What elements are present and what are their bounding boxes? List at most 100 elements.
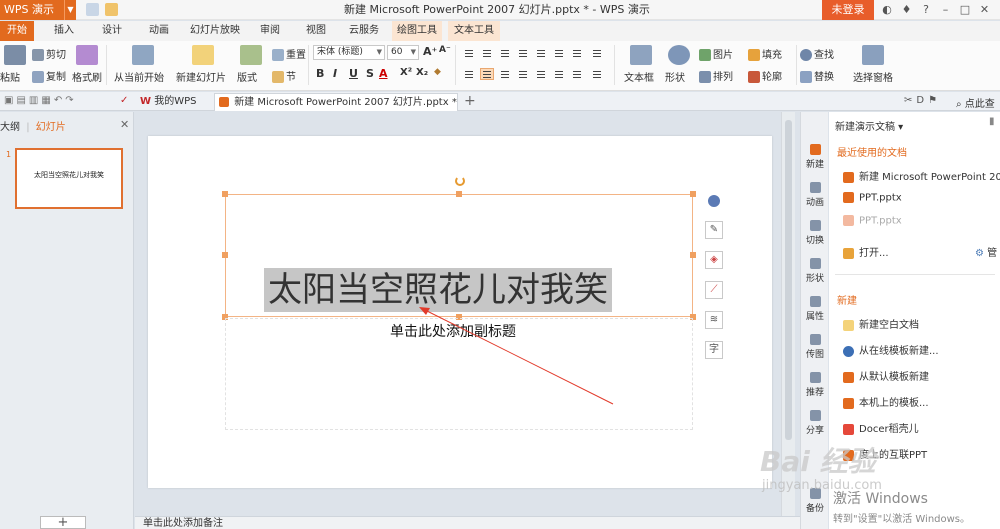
text-direction-icon[interactable]: [552, 47, 566, 59]
minimize-icon[interactable]: –: [939, 0, 953, 20]
rotate-handle-icon[interactable]: [455, 176, 465, 186]
from-current-button[interactable]: 从当前开始: [114, 69, 164, 84]
font-size-select[interactable]: 60 ▼: [387, 45, 419, 60]
font-color-icon[interactable]: A: [379, 67, 388, 80]
decrease-indent-icon[interactable]: [498, 47, 512, 59]
fill-button[interactable]: 填充: [748, 46, 782, 61]
redo-icon[interactable]: ↷: [65, 95, 76, 106]
close-icon[interactable]: ✕: [120, 118, 129, 131]
new-online-template-item[interactable]: 从在线模板新建...: [843, 342, 939, 357]
add-slide-button[interactable]: +: [40, 516, 86, 529]
bullets-icon[interactable]: [462, 47, 476, 59]
columns-icon[interactable]: [570, 47, 584, 59]
sidebar-item-recommend[interactable]: 推荐: [801, 372, 829, 398]
line-spacing-icon[interactable]: [534, 47, 548, 59]
open-button[interactable]: 打开...: [843, 244, 889, 259]
fill-color-icon[interactable]: ◈: [705, 251, 723, 269]
wps-menu-button[interactable]: WPS 演示 ▼: [0, 0, 76, 20]
manage-button[interactable]: ⚙ 管: [975, 244, 997, 259]
section-button[interactable]: 节: [272, 68, 296, 83]
numbering-icon[interactable]: [480, 47, 494, 59]
layout-button[interactable]: 版式: [237, 69, 257, 84]
copy-button[interactable]: 复制: [32, 68, 66, 83]
new-file-icon[interactable]: [86, 3, 99, 16]
search-box[interactable]: ⌕ 点此查: [956, 95, 995, 110]
grow-font-icon[interactable]: A⁺: [423, 45, 437, 58]
local-template-item[interactable]: 本机上的模板...: [843, 394, 929, 409]
paste-icon[interactable]: [4, 45, 26, 65]
close-icon[interactable]: ✕: [978, 0, 992, 20]
resize-handle[interactable]: [222, 252, 228, 258]
replace-button[interactable]: 替换: [800, 68, 834, 83]
clear-format-icon[interactable]: ◆: [434, 67, 441, 77]
paste-button[interactable]: 粘贴: [0, 69, 20, 84]
layers-icon[interactable]: ≋: [705, 311, 723, 329]
sidebar-item-transition[interactable]: 切换: [801, 220, 829, 246]
select-pane-button[interactable]: 选择窗格: [853, 69, 893, 84]
slide[interactable]: 太阳当空照花儿对我笑 单击此处添加副标题 ✎ ◈ ⟋ ≋ 字: [148, 136, 772, 488]
edit-shape-icon[interactable]: ✎: [705, 221, 723, 239]
tab-insert[interactable]: 插入: [48, 21, 80, 41]
login-button[interactable]: 未登录: [822, 0, 874, 20]
format-painter-icon[interactable]: [76, 45, 98, 65]
skin-icon[interactable]: ◐: [880, 0, 894, 20]
tab-home[interactable]: 开始: [0, 21, 34, 41]
shadow-icon[interactable]: S: [366, 67, 374, 80]
subtitle-placeholder[interactable]: 单击此处添加副标题: [390, 321, 516, 341]
align-right-icon[interactable]: [498, 68, 512, 80]
recent-doc-item[interactable]: 新建 Microsoft PowerPoint 2007: [843, 168, 1000, 183]
customize-icon[interactable]: ✓: [120, 95, 128, 106]
find-button[interactable]: 查找: [800, 46, 834, 61]
font-name-select[interactable]: 宋体 (标题) ▼: [313, 45, 385, 60]
new-default-template-item[interactable]: 从默认模板新建: [843, 368, 929, 383]
pin-icon[interactable]: ▮: [989, 116, 995, 127]
slide-thumbnail[interactable]: 太阳当空照花儿对我笑: [15, 148, 123, 209]
underline-icon[interactable]: U: [349, 67, 358, 80]
tab-view[interactable]: 视图: [300, 21, 332, 41]
italic-icon[interactable]: I: [333, 67, 337, 80]
tools-icon[interactable]: ✂: [904, 95, 916, 106]
bold-icon[interactable]: B: [316, 67, 324, 80]
maximize-icon[interactable]: □: [958, 0, 972, 20]
shirt-icon[interactable]: ♦: [900, 0, 914, 20]
recent-doc-item[interactable]: PPT.pptx: [843, 192, 902, 204]
tab-design[interactable]: 设计: [96, 21, 128, 41]
d-icon[interactable]: D: [916, 95, 928, 106]
superscript-icon[interactable]: X²: [400, 67, 412, 78]
task-pane-header[interactable]: 新建演示文稿 ▾: [835, 118, 903, 133]
play-from-current-icon[interactable]: [132, 45, 154, 65]
outline-color-icon[interactable]: ⟋: [705, 281, 723, 299]
scrollbar-thumb[interactable]: [785, 120, 792, 440]
tab-animation[interactable]: 动画: [143, 21, 175, 41]
shrink-font-icon[interactable]: A⁻: [439, 45, 451, 55]
new-slide-button[interactable]: 新建幻灯片: [176, 69, 226, 84]
preview-icon[interactable]: ▦: [41, 95, 53, 106]
pdf-icon[interactable]: ▥: [29, 95, 41, 106]
tab-slideshow[interactable]: 幻灯片放映: [188, 21, 242, 41]
tab-cloud[interactable]: 云服务: [344, 21, 384, 41]
sidebar-item-shape[interactable]: 形状: [801, 258, 829, 284]
resize-handle[interactable]: [690, 191, 696, 197]
subscript-icon[interactable]: X₂: [416, 67, 428, 78]
resize-handle[interactable]: [222, 191, 228, 197]
cut-button[interactable]: 剪切: [32, 46, 66, 61]
picture-button[interactable]: 图片: [699, 46, 733, 61]
sidebar-item-upload-image[interactable]: 传图: [801, 334, 829, 360]
outline-button[interactable]: 轮廓: [748, 68, 782, 83]
tab-my-wps[interactable]: W 我的WPS ✕: [136, 93, 212, 124]
align-left-icon[interactable]: [462, 68, 476, 80]
resize-handle[interactable]: [456, 191, 462, 197]
distribute-icon[interactable]: [534, 68, 548, 80]
open-folder-icon[interactable]: [105, 3, 119, 16]
new-blank-item[interactable]: 新建空白文档: [843, 316, 919, 331]
tab-outline[interactable]: 大纲: [0, 122, 20, 133]
tab-slides[interactable]: 幻灯片: [36, 122, 66, 133]
collapse-icon[interactable]: [708, 195, 720, 207]
new-tab-icon[interactable]: +: [464, 93, 476, 109]
arrange-button[interactable]: 排列: [699, 68, 733, 83]
docer-item[interactable]: Docer稻壳儿: [843, 420, 919, 435]
reset-button[interactable]: 重置: [272, 46, 306, 61]
sidebar-item-share[interactable]: 分享: [801, 410, 829, 436]
layout-icon[interactable]: [240, 45, 262, 65]
new-slide-icon[interactable]: [192, 45, 214, 65]
